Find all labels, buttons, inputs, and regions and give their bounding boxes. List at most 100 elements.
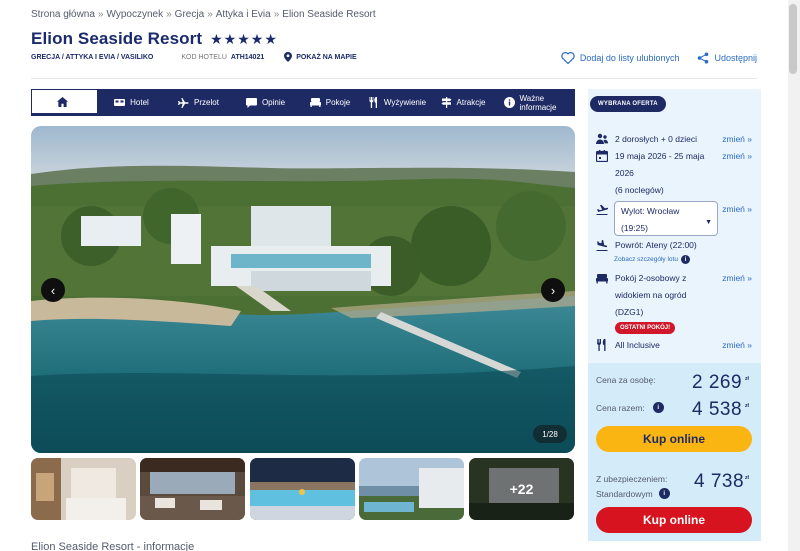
offer-room-line2: widokiem na ogród — [615, 290, 687, 300]
gallery-thumbnails: +22 — [31, 458, 575, 520]
thumbnail-room[interactable] — [31, 458, 136, 520]
share-label: Udostępnij — [714, 53, 757, 63]
more-photos-count: +22 — [469, 458, 574, 520]
buy-online-insured-button[interactable]: Kup online — [596, 507, 752, 533]
flight-details-label: Zobacz szczegóły lotu — [614, 256, 678, 263]
insured-label-2: Standardowym — [596, 488, 653, 499]
price-total-label: Cena razem: — [596, 402, 645, 413]
header-divider — [31, 78, 757, 79]
offer-dates-line1: 19 maja 2026 - 25 maja — [615, 151, 705, 161]
plane-icon — [178, 97, 189, 108]
section-tabs: Hotel Przelot Opinie Pokoje Wyżywienie A… — [31, 89, 575, 116]
chevron-left-icon: ‹ — [50, 282, 56, 298]
info-icon[interactable]: i — [652, 402, 664, 413]
hotel-code-label: KOD HOTELU — [181, 53, 227, 61]
tab-hotel[interactable]: Hotel — [98, 89, 165, 116]
bed-icon — [309, 98, 321, 107]
selected-offer-badge: WYBRANA OFERTA — [590, 96, 666, 112]
page-scrollbar-track[interactable] — [788, 0, 800, 551]
hotel-meta: GRECJA / ATTYKA I EVIA / VASILIKO KOD HO… — [31, 52, 357, 62]
thumbnail-more[interactable]: +22 — [469, 458, 574, 520]
chat-bubble-icon — [245, 97, 257, 108]
show-on-map-link[interactable]: POKAŻ NA MAPIE — [284, 52, 357, 62]
tab-attractions-label: Atrakcje — [456, 98, 486, 107]
tab-rooms-label: Pokoje — [325, 98, 351, 107]
breadcrumb-leisure[interactable]: Wypoczynek — [107, 9, 164, 20]
breadcrumb-current: Elion Seaside Resort — [282, 9, 376, 20]
tab-reviews[interactable]: Opinie — [232, 89, 299, 116]
share-button[interactable]: Udostępnij — [697, 52, 757, 64]
tab-food[interactable]: Wyżywienie — [361, 89, 434, 116]
hotel-bed-icon — [114, 99, 126, 106]
plane-takeoff-icon — [596, 204, 608, 215]
departure-select-line2: (19:25) — [621, 223, 648, 233]
tab-reviews-label: Opinie — [261, 98, 286, 107]
price-per-person-label: Cena za osobę: — [596, 375, 656, 385]
last-room-badge: OSTATNI POKÓJ! — [615, 322, 676, 334]
home-icon — [56, 96, 68, 107]
breadcrumb-region[interactable]: Attyka i Evia — [216, 9, 271, 20]
gallery-prev-button[interactable]: ‹ — [41, 278, 65, 302]
main-hotel-photo[interactable] — [31, 126, 575, 453]
offer-return: Powrót: Ateny (22:00) — [615, 240, 697, 250]
tab-important-info-label: Ważne informacje — [519, 93, 557, 112]
offer-board: All Inclusive — [615, 340, 660, 350]
insured-label-row: Standardowym i — [596, 488, 670, 499]
show-on-map-label: POKAŻ NA MAPIE — [296, 53, 357, 61]
info-icon[interactable]: i — [658, 488, 670, 499]
price-total: 4 538 — [692, 399, 743, 420]
thumbnail-pool-night[interactable] — [250, 458, 355, 520]
departure-select-line1: Wylot: Wrocław — [621, 206, 680, 216]
bed-icon — [596, 274, 608, 284]
page-title: Elion Seaside Resort — [31, 29, 203, 48]
page-scrollbar-thumb[interactable] — [789, 4, 797, 74]
cutlery-icon — [597, 339, 606, 351]
header-actions: Dodaj do listy ulubionych Udostępnij — [543, 52, 757, 64]
thumbnail-seaside[interactable] — [359, 458, 464, 520]
offer-room-line3: (DZG1) — [615, 307, 644, 317]
tab-home[interactable] — [31, 89, 98, 116]
change-dates-link[interactable]: zmień » — [722, 148, 752, 165]
section-heading: Elion Seaside Resort - informacje — [31, 541, 195, 551]
price-total-row: Cena razem: i — [596, 402, 664, 413]
thumbnail-restaurant[interactable] — [140, 458, 245, 520]
info-icon: i — [680, 255, 690, 264]
people-icon — [596, 133, 608, 144]
gallery-counter: 1/28 — [533, 425, 567, 443]
price-per-person: 2 269 — [692, 372, 743, 393]
change-room-link[interactable]: zmień » — [722, 270, 752, 287]
info-icon — [503, 97, 515, 108]
heart-icon — [561, 52, 575, 64]
tab-rooms[interactable]: Pokoje — [299, 89, 361, 116]
offer-nights: (6 noclegów) — [615, 185, 664, 195]
signpost-icon — [441, 97, 452, 108]
add-to-favorites-button[interactable]: Dodaj do listy ulubionych — [561, 52, 680, 64]
dropdown-caret-icon: ▼ — [705, 219, 712, 226]
chevron-right-icon: › — [550, 282, 556, 298]
tab-attractions[interactable]: Atrakcje — [434, 89, 492, 116]
change-board-link[interactable]: zmień » — [722, 337, 752, 354]
tab-flight[interactable]: Przelot — [165, 89, 232, 116]
cutlery-icon — [369, 97, 377, 108]
tab-flight-label: Przelot — [194, 98, 219, 107]
flight-details-link[interactable]: Zobacz szczegóły lotu i — [614, 255, 690, 264]
price-per-person-currency: zł — [745, 376, 749, 382]
gallery-next-button[interactable]: › — [541, 278, 565, 302]
star-rating: ★★★★★ — [210, 30, 278, 47]
plane-landing-icon — [596, 239, 608, 251]
map-pin-icon — [284, 52, 293, 62]
buy-online-button[interactable]: Kup online — [596, 426, 752, 452]
breadcrumb-country[interactable]: Grecja — [175, 9, 204, 20]
departure-airport-select[interactable]: Wylot: Wrocław (19:25) ▼ — [614, 201, 718, 236]
change-departure-link[interactable]: zmień » — [722, 201, 752, 218]
hotel-code: ATH14021 — [230, 53, 265, 61]
tab-food-label: Wyżywienie — [383, 98, 427, 107]
change-guests-link[interactable]: zmień » — [722, 131, 752, 148]
add-to-favorites-label: Dodaj do listy ulubionych — [579, 53, 680, 63]
price-insured: 4 738 — [694, 471, 745, 492]
share-icon — [698, 52, 709, 64]
tab-important-info[interactable]: Ważne informacje — [492, 89, 575, 116]
tab-hotel-label: Hotel — [130, 98, 149, 107]
breadcrumb-home[interactable]: Strona główna — [31, 9, 95, 20]
hotel-header: Elion Seaside Resort ★★★★★ — [31, 29, 278, 49]
